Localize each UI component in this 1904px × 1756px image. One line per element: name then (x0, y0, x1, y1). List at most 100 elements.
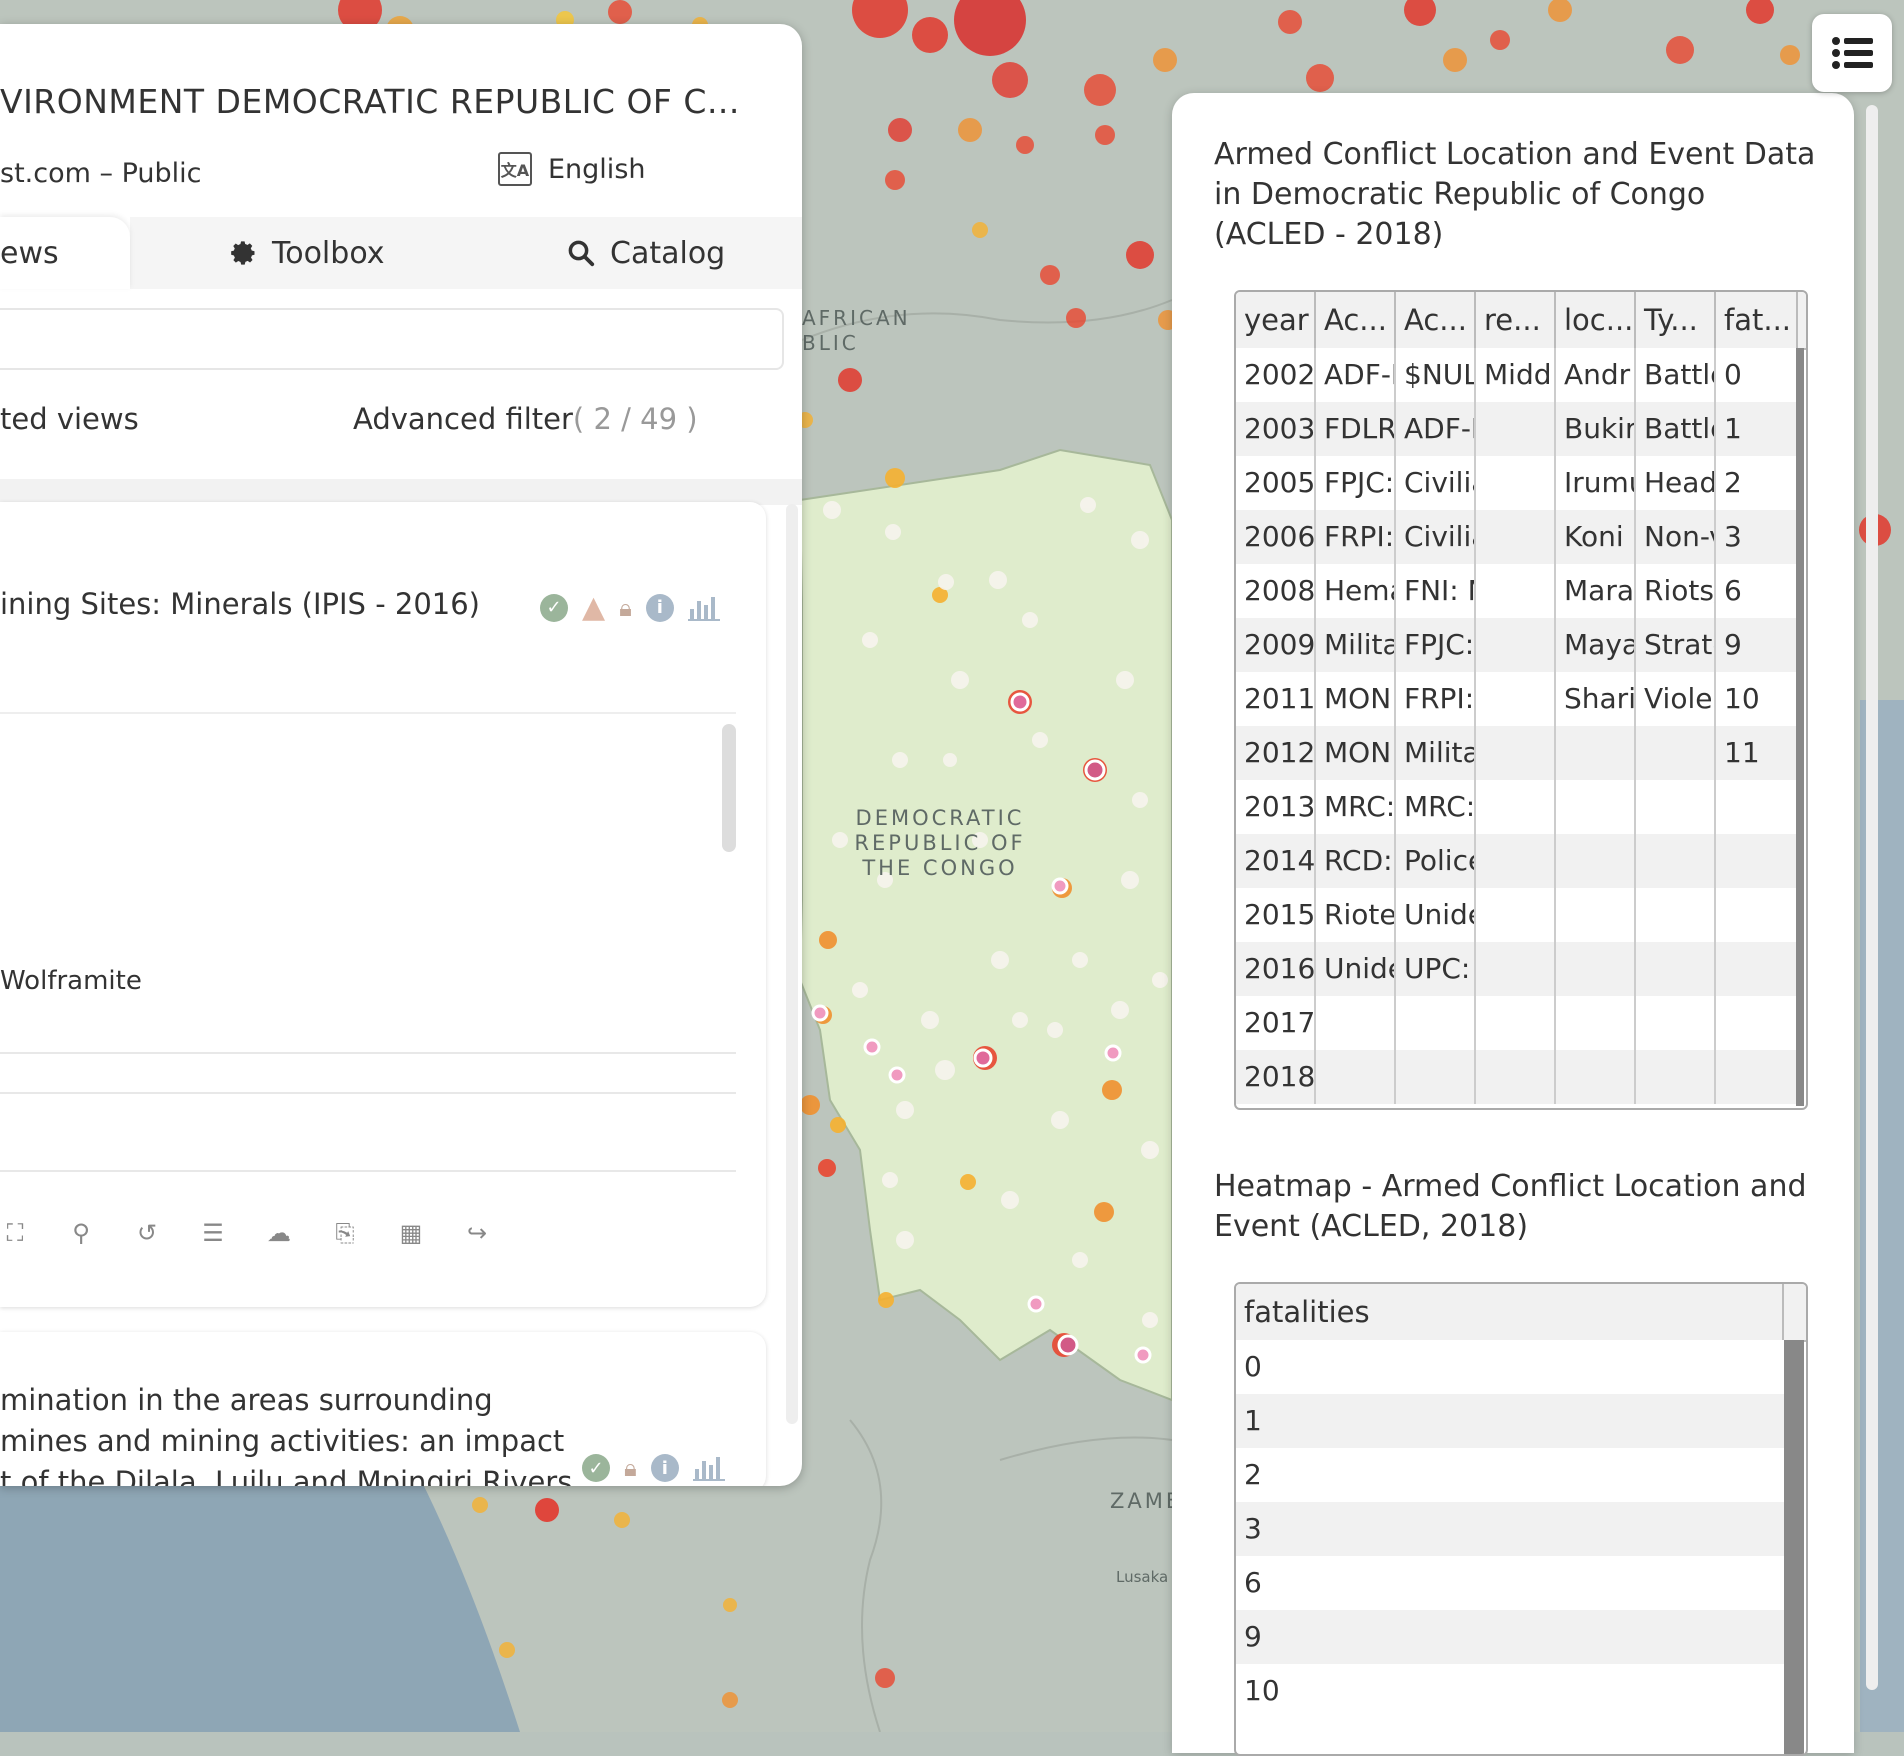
selected-views-label[interactable]: ted views (0, 402, 139, 436)
table-cell: Shari (1556, 672, 1636, 726)
table-row[interactable]: 2009MilitaFPJC: MayaStrate9 (1236, 618, 1798, 672)
view-card-mining-contamination: mination in the areas surrounding mines … (0, 1332, 766, 1486)
advanced-filter-button[interactable]: Advanced filter( 2 / 49 ) (353, 402, 698, 436)
share-icon[interactable]: ↪ (462, 1218, 492, 1248)
table-row[interactable]: 2016UnideUPC: (1236, 942, 1798, 996)
reset-icon[interactable]: ↺ (132, 1218, 162, 1248)
table-cell (1636, 942, 1716, 996)
tabs: ews Toolbox Catalog (0, 217, 802, 289)
column-header[interactable]: year (1236, 292, 1316, 348)
table-cell: Andr (1556, 348, 1636, 402)
column-header[interactable]: re... (1476, 292, 1556, 348)
table-row[interactable]: 1 (1236, 1394, 1784, 1448)
table-row[interactable]: 2013 MRC: MRC: (1236, 780, 1798, 834)
table-cell: 2015 (1236, 888, 1316, 942)
column-header[interactable]: fatalities (1236, 1284, 1784, 1340)
table-cell (1476, 510, 1556, 564)
sliders-icon[interactable]: ☰ (198, 1218, 228, 1248)
legend-scrollbar[interactable] (722, 724, 736, 852)
table-cell: 2017 (1236, 996, 1316, 1050)
table-row[interactable]: 2005FPJC:Civilia IrumuHead2 (1236, 456, 1798, 510)
info-icon[interactable]: i (650, 1454, 679, 1482)
tab-catalog[interactable]: Catalog (566, 217, 725, 289)
zoom-to-extent-icon[interactable]: ⛶ (0, 1218, 30, 1248)
table-cell: Maya (1556, 618, 1636, 672)
table-row[interactable]: 6 (1236, 1556, 1784, 1610)
layer-list-button[interactable] (1812, 14, 1892, 92)
table-cell: FPJC: (1396, 618, 1476, 672)
table-cell: Battle (1636, 348, 1716, 402)
table-cell: 2005 (1236, 456, 1316, 510)
table-cell (1316, 996, 1396, 1050)
right-panel-scrollbar[interactable] (1866, 105, 1878, 1690)
search-icon (568, 240, 595, 267)
code-file-icon[interactable]: ⎘ (330, 1218, 360, 1248)
view-card-title[interactable]: ining Sites: Minerals (IPIS - 2016) (0, 587, 480, 621)
table-cell: Koni (1556, 510, 1636, 564)
table-cell: 9 (1244, 1620, 1262, 1653)
binoculars-icon[interactable]: ⚲ (66, 1218, 96, 1248)
project-title: VIRONMENT DEMOCRATIC REPUBLIC OF C... (0, 82, 740, 121)
cloud-download-icon[interactable]: ☁ (264, 1218, 294, 1248)
tab-views[interactable]: ews (0, 217, 130, 289)
table-row[interactable]: 2 (1236, 1448, 1784, 1502)
legend-box: Wolframite (0, 712, 736, 1054)
table-cell: Milita (1396, 726, 1476, 780)
table-row[interactable]: 2008HemaFNI: N MaraRiots/6 (1236, 564, 1798, 618)
table-cell: FDLR (1316, 402, 1396, 456)
table-row[interactable]: 2002ADF-N$NULMiddlAndrBattle0 (1236, 348, 1798, 402)
table-row[interactable]: 2006FRPI:Civilia KoniNon-v3 (1236, 510, 1798, 564)
table-cell: FRPI: (1316, 510, 1396, 564)
column-header[interactable]: Ac... (1396, 292, 1476, 348)
section-title-heatmap: Heatmap - Armed Conflict Location and Ev… (1214, 1169, 1807, 1244)
table-row[interactable]: 2003FDLRADF-N BukirBattle1 (1236, 402, 1798, 456)
lock-icon: 🔒︎ (624, 1454, 637, 1482)
left-panel-scrollbar[interactable] (786, 504, 798, 1424)
table-cell (1476, 996, 1556, 1050)
table-cell: Head (1636, 456, 1716, 510)
column-header[interactable]: Ty... (1636, 292, 1716, 348)
warning-icon: ▲ (582, 590, 606, 625)
info-icon[interactable]: i (645, 593, 674, 622)
table-cell: Non-v (1636, 510, 1716, 564)
table-row[interactable]: 2017 (1236, 996, 1798, 1050)
table-cell: Civilia (1396, 456, 1476, 510)
table-row[interactable]: 3 (1236, 1502, 1784, 1556)
table-row[interactable]: 2011 MON FRPI: Shari Violer 10 (1236, 672, 1798, 726)
view-card-title[interactable]: mination in the areas surrounding mines … (0, 1380, 582, 1486)
table-cell: 0 (1244, 1350, 1262, 1383)
table-row[interactable]: 10 (1236, 1664, 1784, 1718)
view-card-title-line: mines and mining activities: an impact (0, 1424, 565, 1458)
table-cell: 1 (1244, 1404, 1262, 1437)
table-cell (1636, 888, 1716, 942)
column-header[interactable]: fat... (1716, 292, 1798, 348)
table-icon[interactable]: ▦ (396, 1218, 426, 1248)
chart-icon[interactable] (692, 1455, 725, 1481)
search-input[interactable] (0, 308, 784, 370)
table-row[interactable]: 2018 (1236, 1050, 1798, 1104)
table-cell (1476, 942, 1556, 996)
table-cell: Riots/ (1636, 564, 1716, 618)
table-cell: Bukir (1556, 402, 1636, 456)
table-cell (1636, 996, 1716, 1050)
table-cell: 2009 (1236, 618, 1316, 672)
map-label-drc-3: THE CONGO (861, 856, 1017, 880)
table-row[interactable]: 9 (1236, 1610, 1784, 1664)
table-cell: FNI: N (1396, 564, 1476, 618)
column-header[interactable]: Ac... (1316, 292, 1396, 348)
table-row[interactable]: 2012 MON Milita 11 (1236, 726, 1798, 780)
table-cell (1476, 834, 1556, 888)
chart-icon[interactable] (687, 595, 720, 621)
table-row[interactable]: 0 (1236, 1340, 1784, 1394)
table-cell: 1 (1716, 402, 1798, 456)
tab-toolbox[interactable]: Toolbox (230, 217, 385, 289)
language-selector[interactable]: 文A English (498, 152, 646, 186)
project-source: st.com – Public (0, 158, 202, 189)
table-cell: Civilia (1396, 510, 1476, 564)
table-row[interactable]: 2015RioteUnide (1236, 888, 1798, 942)
column-header[interactable]: loc... (1556, 292, 1636, 348)
table-scrollbar[interactable] (1796, 348, 1804, 1106)
table-scrollbar[interactable] (1784, 1340, 1804, 1754)
tab-catalog-label: Catalog (610, 235, 726, 271)
table-row[interactable]: 2014RCD:Police (1236, 834, 1798, 888)
